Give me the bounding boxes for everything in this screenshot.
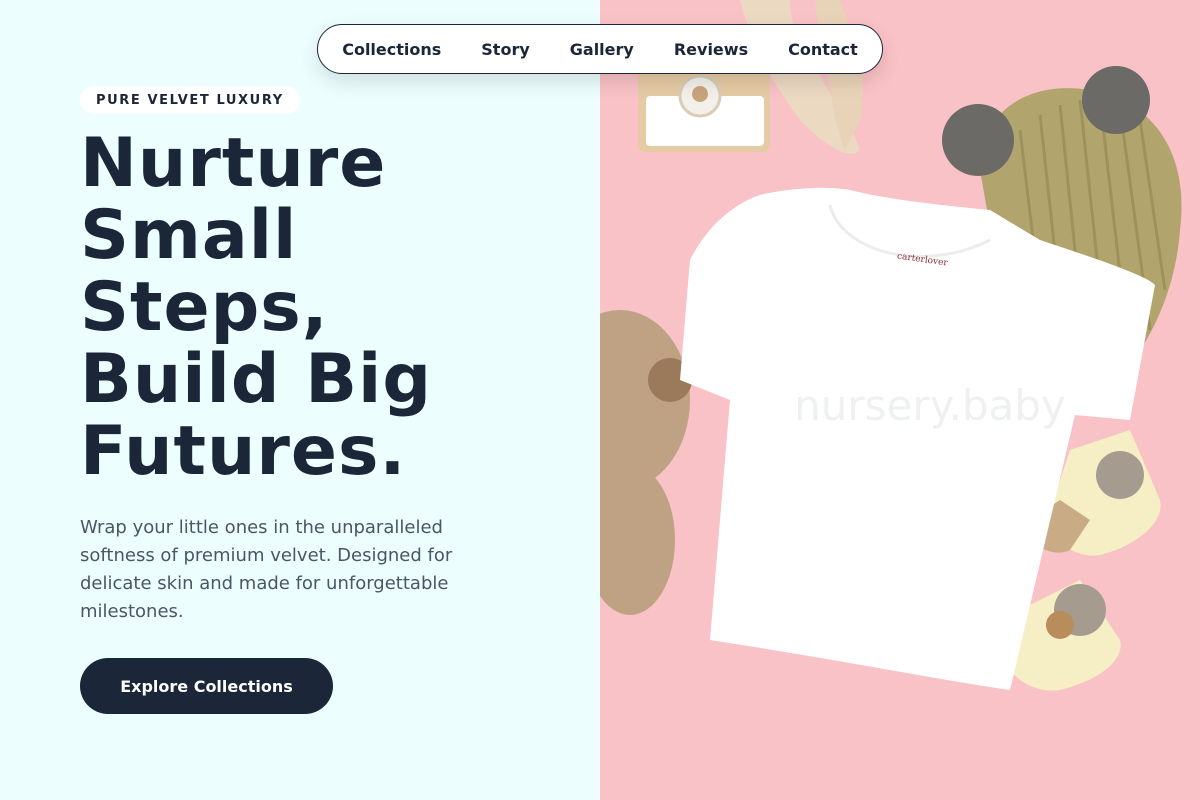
hero-image-panel: carterlover nursery.baby: [600, 0, 1200, 800]
top-navigation: Collections Story Gallery Reviews Contac…: [317, 24, 883, 74]
nav-item-gallery[interactable]: Gallery: [550, 40, 654, 59]
hero-badge: PURE VELVET LUXURY: [80, 86, 300, 114]
image-watermark-text: nursery.baby: [794, 381, 1066, 430]
headline-line: Futures.: [80, 412, 407, 491]
hero-description: Wrap your little ones in the unparallele…: [80, 517, 453, 622]
nav-item-reviews[interactable]: Reviews: [654, 40, 768, 59]
nav-item-collections[interactable]: Collections: [322, 40, 461, 59]
baby-clothes-photo: carterlover nursery.baby: [600, 0, 1200, 800]
explore-collections-button[interactable]: Explore Collections: [80, 658, 333, 714]
hero-headline: Nurture Small Steps, Build Big Futures.: [80, 128, 580, 488]
headline-line: Steps,: [80, 268, 329, 347]
headline-line: Small: [80, 196, 298, 275]
nav-item-contact[interactable]: Contact: [768, 40, 878, 59]
nav-item-story[interactable]: Story: [461, 40, 549, 59]
headline-line: Nurture: [80, 124, 387, 203]
headline-line: Build Big: [80, 340, 433, 419]
